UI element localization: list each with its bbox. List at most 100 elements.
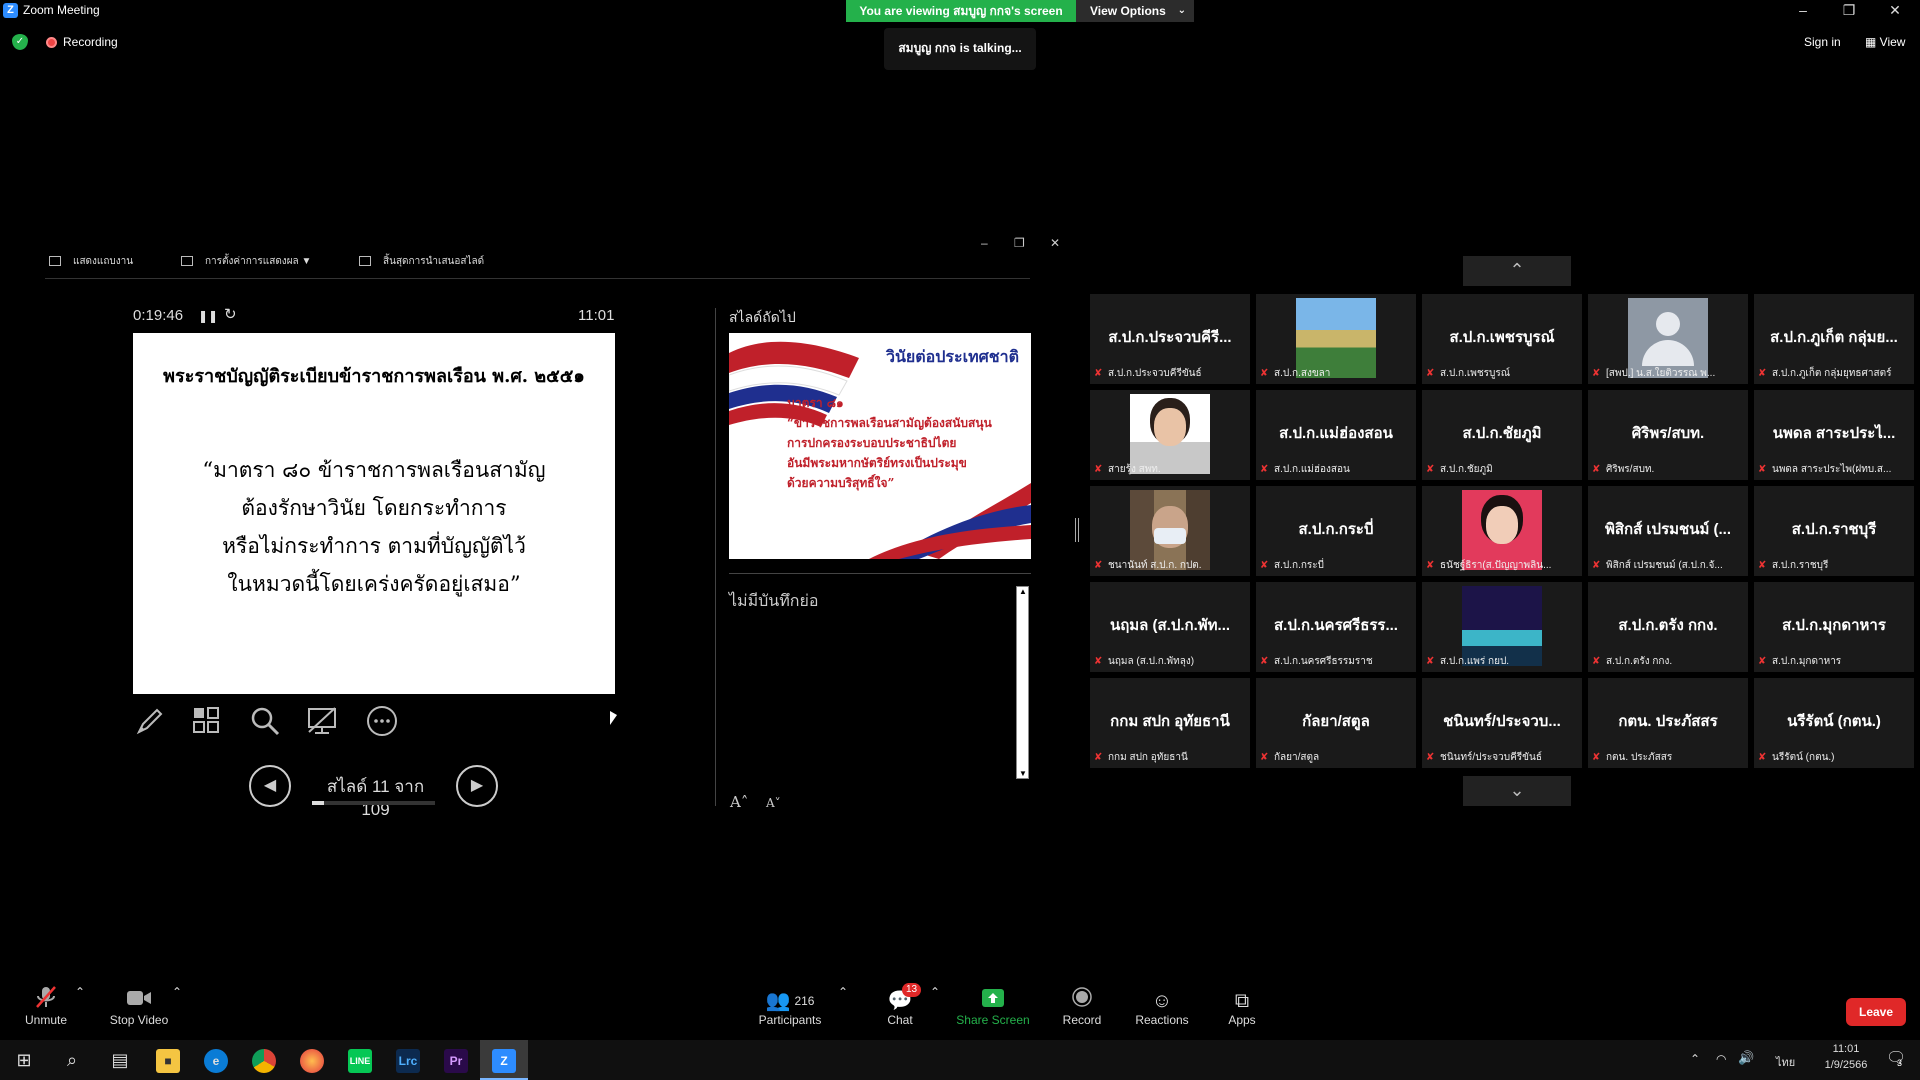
- participant-tile[interactable]: ส.ป.ก.ชัยภูมิ ✘ ส.ป.ก.ชัยภูมิ: [1422, 390, 1582, 480]
- participants-caret-icon[interactable]: ⌃: [838, 985, 848, 999]
- taskbar-date[interactable]: 1/9/2566: [1818, 1059, 1874, 1071]
- participant-display-name: กกม สปก อุทัยธานี: [1110, 713, 1230, 730]
- speaker-notes[interactable]: ไม่มีบันทึกย่อ: [729, 589, 818, 614]
- participant-display-name: ส.ป.ก.ประจวบคีรี...: [1108, 329, 1232, 346]
- pen-tool-icon[interactable]: [132, 704, 168, 740]
- participant-tile[interactable]: นรีรัตน์ (กตน.) ✘ นรีรัตน์ (กตน.): [1754, 678, 1914, 768]
- participant-name: ชนานันท์ ส.ป.ก. กปต.: [1108, 560, 1202, 571]
- close-icon[interactable]: ✕: [1872, 0, 1918, 22]
- participant-tile[interactable]: นฤมล (ส.ป.ก.พัท... ✘ นฤมล (ส.ป.ก.พัทลุง): [1090, 582, 1250, 672]
- chat-button[interactable]: 💬 13 Chat: [882, 983, 922, 1027]
- participant-tile[interactable]: ส.ป.ก.นครศรีธรร... ✘ ส.ป.ก.นครศรีธรรมราช: [1256, 582, 1416, 672]
- participant-tile[interactable]: กตน. ประภัสสร ✘ กตน. ประภัสสร: [1588, 678, 1748, 768]
- restore-icon[interactable]: ❐: [1826, 0, 1872, 22]
- leave-button[interactable]: Leave: [1846, 998, 1906, 1026]
- scroll-up-icon[interactable]: ▲: [1019, 587, 1027, 596]
- participant-name-label: ✘ ส.ป.ก.สงขลา: [1260, 366, 1412, 381]
- chrome-icon[interactable]: [240, 1040, 288, 1080]
- slide-line: ในหมวดนี้โดยเคร่งครัดอยู่เสมอ”: [227, 572, 521, 596]
- zoom-magnifier-icon[interactable]: [247, 704, 283, 740]
- view-options-button[interactable]: View Options ⌄: [1076, 0, 1194, 22]
- minimize-icon[interactable]: –: [1780, 0, 1826, 22]
- tray-chevron-up-icon[interactable]: ⌃: [1690, 1052, 1700, 1066]
- premiere-icon[interactable]: Pr: [432, 1040, 480, 1080]
- scroll-down-icon[interactable]: ▼: [1019, 769, 1027, 778]
- stop-video-button[interactable]: Stop Video: [106, 985, 172, 1027]
- recording-label[interactable]: Recording: [63, 35, 118, 49]
- pause-icon[interactable]: ❚❚: [198, 309, 218, 323]
- firefox-icon[interactable]: [288, 1040, 336, 1080]
- current-slide[interactable]: พระราชบัญญัติระเบียบข้าราชการพลเรือน พ.ศ…: [133, 333, 615, 694]
- share-screen-button[interactable]: Share Screen: [956, 985, 1030, 1027]
- increase-font-icon[interactable]: A˄: [730, 793, 748, 811]
- shield-icon[interactable]: ✓: [12, 34, 28, 50]
- line-icon[interactable]: LINE: [336, 1040, 384, 1080]
- video-options-caret-icon[interactable]: ⌃: [172, 985, 182, 999]
- reactions-button[interactable]: ☺ Reactions: [1134, 985, 1190, 1027]
- edge-icon[interactable]: e: [192, 1040, 240, 1080]
- reset-timer-icon[interactable]: ↻: [224, 305, 237, 323]
- participant-tile[interactable]: ส.ป.ก.ภูเก็ต กลุ่มย... ✘ ส.ป.ก.ภูเก็ต กลุ่…: [1754, 294, 1914, 384]
- previous-slide-button[interactable]: ◀: [249, 765, 291, 807]
- volume-icon[interactable]: 🔊: [1738, 1050, 1754, 1066]
- more-options-icon[interactable]: [364, 704, 400, 740]
- participant-tile[interactable]: ✘ ธนัชฐ์ธิรา(ส.ปัญญาพลิน...: [1422, 486, 1582, 576]
- next-slide-preview[interactable]: วินัยต่อประเทศชาติ มาตรา ๘๑ “ข้าราชการพล…: [729, 333, 1031, 559]
- participant-tile[interactable]: ✘ [สพป.] น.ส.ใยติวรรณ พ...: [1588, 294, 1748, 384]
- display-settings-button[interactable]: การตั้งค่าการแสดงผล ▼: [181, 254, 311, 269]
- audio-options-caret-icon[interactable]: ⌃: [75, 985, 85, 999]
- task-view-icon[interactable]: ▤: [96, 1040, 144, 1080]
- explorer-icon[interactable]: ■: [144, 1040, 192, 1080]
- see-all-slides-icon[interactable]: [189, 704, 225, 740]
- unmute-button[interactable]: Unmute: [18, 985, 74, 1027]
- view-button[interactable]: ▦ View: [1865, 35, 1905, 49]
- end-slideshow-button[interactable]: สิ้นสุดการนำเสนอสไลด์: [359, 254, 484, 269]
- lightroom-icon[interactable]: Lrc: [384, 1040, 432, 1080]
- participant-tile[interactable]: ส.ป.ก.ตรัง กกง. ✘ ส.ป.ก.ตรัง กกง.: [1588, 582, 1748, 672]
- participant-tile[interactable]: ส.ป.ก.เพชรบูรณ์ ✘ ส.ป.ก.เพชรบูรณ์: [1422, 294, 1582, 384]
- sign-in-button[interactable]: Sign in: [1804, 35, 1841, 49]
- record-button[interactable]: Record: [1060, 985, 1104, 1027]
- presenter-minimize-icon[interactable]: –: [981, 236, 988, 250]
- participant-tile[interactable]: ชนินทร์/ประจวบ... ✘ ชนินทร์/ประจวบคีรีขันธ…: [1422, 678, 1582, 768]
- participant-name: ส.ป.ก.ชัยภูมิ: [1440, 464, 1493, 475]
- participant-tile[interactable]: ส.ป.ก.แม่ฮ่องสอน ✘ ส.ป.ก.แม่ฮ่องสอน: [1256, 390, 1416, 480]
- apps-button[interactable]: ⧉ Apps: [1224, 985, 1260, 1027]
- muted-mic-icon: ✘: [1758, 368, 1767, 379]
- taskbar-time[interactable]: 11:01: [1818, 1043, 1874, 1055]
- black-screen-icon[interactable]: [304, 704, 340, 740]
- participant-tile[interactable]: ส.ป.ก.ราชบุรี ✘ ส.ป.ก.ราชบุรี: [1754, 486, 1914, 576]
- resize-handle[interactable]: [1075, 518, 1079, 542]
- participant-tile[interactable]: ✘ ชนานันท์ ส.ป.ก. กปต.: [1090, 486, 1250, 576]
- show-taskbar-button[interactable]: แสดงแถบงาน: [49, 254, 133, 269]
- slide-counter[interactable]: สไลด์ 11 จาก 109: [313, 773, 438, 820]
- participants-button[interactable]: 👥 216 Participants: [756, 985, 824, 1027]
- participant-tile[interactable]: ศิริพร/สบท. ✘ ศิริพร/สบท.: [1588, 390, 1748, 480]
- presenter-close-icon[interactable]: ✕: [1050, 236, 1060, 250]
- display-settings-icon: [181, 256, 193, 267]
- search-icon[interactable]: ⌕: [48, 1040, 96, 1080]
- participant-tile[interactable]: ส.ป.ก.กระบี่ ✘ ส.ป.ก.กระบี่: [1256, 486, 1416, 576]
- gallery-page-up-button[interactable]: ⌃: [1463, 256, 1571, 286]
- start-icon[interactable]: ⊞: [0, 1040, 48, 1080]
- participant-tile[interactable]: พิสิกส์ เปรมชนม์ (... ✘ พิสิกส์ เปรมชนม์ (…: [1588, 486, 1748, 576]
- participant-name: สายรุ้ง สพท.: [1108, 464, 1161, 475]
- participant-tile[interactable]: กัลยา/สตูล ✘ กัลยา/สตูล: [1256, 678, 1416, 768]
- zoom-icon[interactable]: Z: [480, 1040, 528, 1080]
- participant-tile[interactable]: กกม สปก อุทัยธานี ✘ กกม สปก อุทัยธานี: [1090, 678, 1250, 768]
- notes-scrollbar[interactable]: ▲ ▼: [1016, 586, 1029, 779]
- participant-tile[interactable]: ✘ ส.ป.ก.สงขลา: [1256, 294, 1416, 384]
- participant-name-label: ✘ ส.ป.ก.กระบี่: [1260, 558, 1412, 573]
- chat-caret-icon[interactable]: ⌃: [930, 985, 940, 999]
- input-language[interactable]: ไทย: [1776, 1053, 1795, 1071]
- participant-tile[interactable]: ✘ ส.ป.ก.แพร่ กยป.: [1422, 582, 1582, 672]
- participant-tile[interactable]: ส.ป.ก.มุกดาหาร ✘ ส.ป.ก.มุกดาหาร: [1754, 582, 1914, 672]
- presenter-restore-icon[interactable]: ❐: [1014, 236, 1025, 250]
- gallery-page-down-button[interactable]: ⌄: [1463, 776, 1571, 806]
- participant-tile[interactable]: นพดล สาระประไ... ✘ นพดล สาระประไพ(ฝทบ.ส...: [1754, 390, 1914, 480]
- next-slide-button[interactable]: ▶: [456, 765, 498, 807]
- wifi-icon[interactable]: ◠: [1716, 1052, 1726, 1066]
- participant-tile[interactable]: ส.ป.ก.ประจวบคีรี... ✘ ส.ป.ก.ประจวบคีรีขันธ…: [1090, 294, 1250, 384]
- participant-tile[interactable]: ✘ สายรุ้ง สพท.: [1090, 390, 1250, 480]
- decrease-font-icon[interactable]: A˅: [766, 796, 781, 810]
